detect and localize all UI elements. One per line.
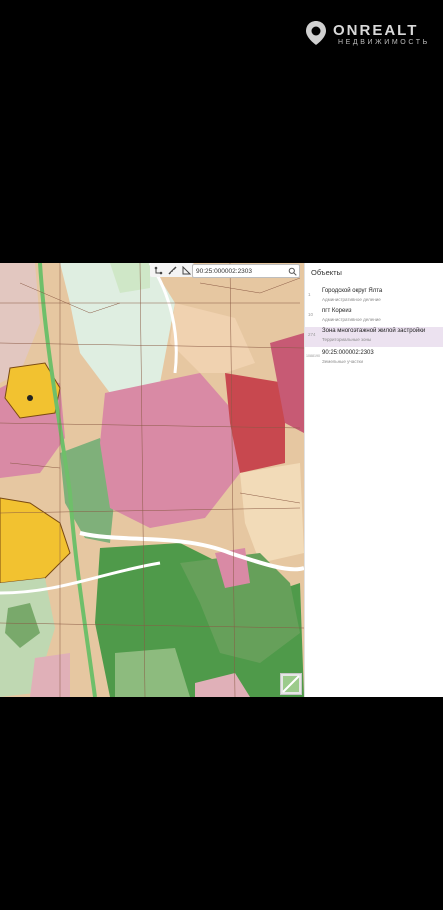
object-count: 10 <box>308 312 314 317</box>
object-item[interactable]: 1088190 90:25:000002:2303 Земельные учас… <box>305 349 443 369</box>
angle-icon[interactable] <box>181 265 191 275</box>
watermark-brand: ONREALT <box>333 22 419 39</box>
object-type: Административное деление <box>322 297 381 302</box>
ruler-icon[interactable] <box>167 265 177 275</box>
map-canvas[interactable] <box>0 263 304 697</box>
route-tool-icon[interactable] <box>153 265 163 275</box>
panel-title: Объекты <box>311 268 342 277</box>
cadastral-search <box>192 264 300 278</box>
objects-panel: Объекты 1 Городской округ Ялта Администр… <box>304 263 443 697</box>
object-item-selected[interactable]: 274 Зона многоэтажной жилой застройки Те… <box>305 327 443 347</box>
object-name: пгт Кореиз <box>322 308 352 314</box>
object-name: 90:25:000002:2303 <box>322 350 374 356</box>
object-count: 1 <box>308 292 311 297</box>
cadastral-map[interactable] <box>0 263 304 697</box>
location-pin-logo-icon <box>306 21 326 45</box>
object-type: Административное деление <box>322 317 381 322</box>
object-count: 1088190 <box>306 354 320 358</box>
map-toolbar <box>150 263 194 277</box>
watermark: ONREALT НЕДВИЖИМОСТЬ <box>305 18 435 52</box>
watermark-subtitle: НЕДВИЖИМОСТЬ <box>338 39 430 46</box>
object-name: Зона многоэтажной жилой застройки <box>322 328 426 334</box>
search-input[interactable] <box>193 267 286 275</box>
object-count: 274 <box>308 332 316 337</box>
object-type: Земельные участки <box>322 359 364 364</box>
object-type: Территориальные зоны <box>322 337 372 342</box>
object-name: Городской округ Ялта <box>322 288 383 294</box>
object-item[interactable]: 10 пгт Кореиз Административное деление <box>305 307 443 327</box>
search-icon[interactable] <box>288 267 297 276</box>
layers-icon <box>282 675 300 693</box>
layers-button[interactable] <box>280 673 302 695</box>
app-screen: Объекты 1 Городской округ Ялта Администр… <box>0 263 443 697</box>
object-item[interactable]: 1 Городской округ Ялта Административное … <box>305 287 443 307</box>
